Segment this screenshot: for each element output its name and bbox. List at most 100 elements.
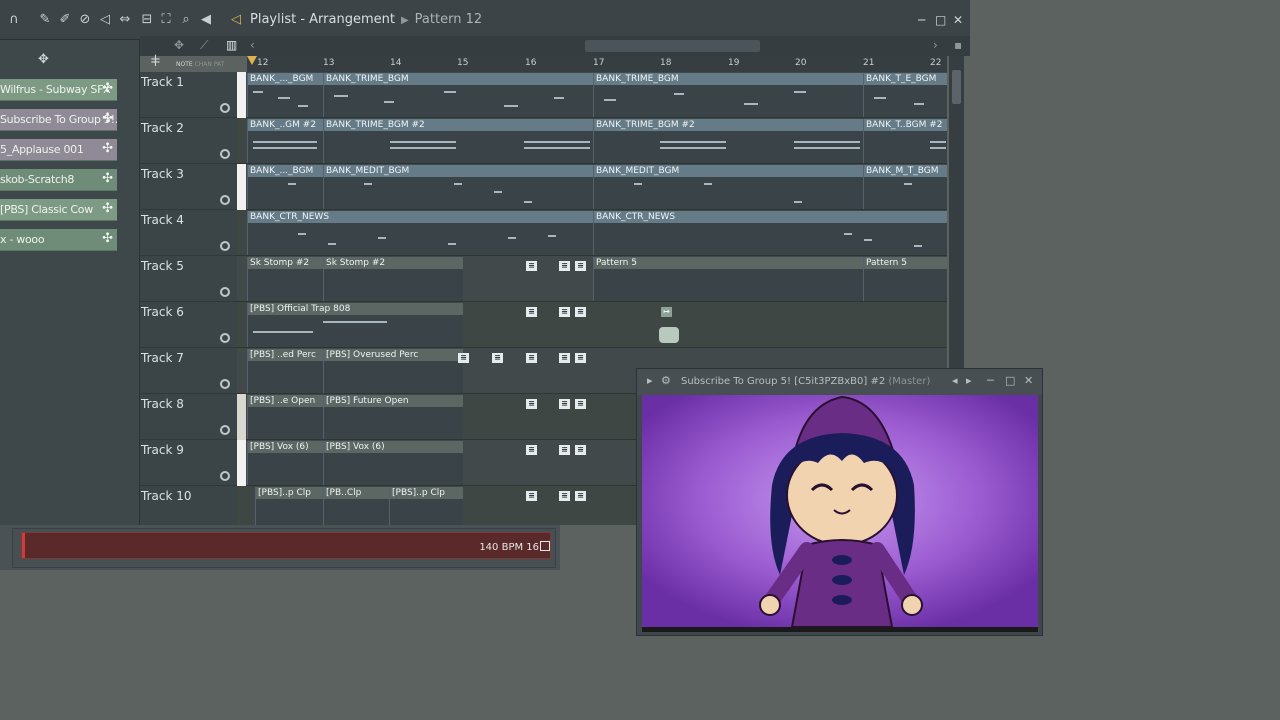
- move-icon[interactable]: ✥: [38, 52, 49, 67]
- delete-icon[interactable]: ⊘: [77, 12, 93, 28]
- add-icon[interactable]: +: [150, 55, 161, 70]
- minimize-icon[interactable]: ─: [987, 374, 994, 387]
- arrow-tool-icon[interactable]: ✥: [174, 38, 184, 52]
- track-mute-toggle[interactable]: [220, 103, 230, 113]
- draw-tool-icon[interactable]: ⟋: [200, 38, 208, 53]
- pat-mode-label[interactable]: PAT: [214, 61, 225, 68]
- pattern-clip[interactable]: Pattern 5: [863, 257, 947, 301]
- gear-icon[interactable]: ⚙: [661, 374, 671, 387]
- pattern-block-icon[interactable]: ≡: [526, 399, 537, 409]
- track-mute-toggle[interactable]: [220, 241, 230, 251]
- slice-icon[interactable]: ⊟: [139, 12, 155, 28]
- track-header[interactable]: Track 6: [140, 302, 237, 348]
- track-header[interactable]: Track 8: [140, 394, 237, 440]
- track-header[interactable]: Track 5: [140, 256, 237, 302]
- pattern-clip[interactable]: BANK_..._BGM: [247, 73, 323, 117]
- track-header[interactable]: Track 3: [140, 164, 237, 210]
- video-frame[interactable]: [642, 395, 1038, 632]
- mute-icon[interactable]: ◁: [97, 12, 113, 28]
- track-mute-toggle[interactable]: [220, 287, 230, 297]
- track-header[interactable]: Track 1: [140, 72, 237, 118]
- pattern-block-icon[interactable]: ≡: [559, 353, 570, 363]
- calendar-icon[interactable]: [540, 541, 550, 551]
- pattern-block-icon[interactable]: ≡: [458, 353, 469, 363]
- pattern-block-icon[interactable]: ≡: [575, 261, 586, 271]
- playback-icon[interactable]: ◀: [198, 12, 214, 28]
- pattern-clip[interactable]: [PB..Clp: [323, 487, 389, 525]
- channel-item[interactable]: skob-Scratch8 ✣: [0, 169, 117, 191]
- scroll-thumb[interactable]: [952, 70, 961, 104]
- tempo-display[interactable]: 140 BPM 16: [479, 542, 539, 553]
- pattern-clip[interactable]: BANK_MEDIT_BGM: [323, 165, 593, 209]
- pattern-clip[interactable]: BANK_TRIME_BGM: [323, 73, 593, 117]
- pattern-block-icon[interactable]: ≡: [559, 261, 570, 271]
- zoom-icon[interactable]: ⌕: [178, 12, 194, 28]
- pattern-clip[interactable]: BANK_T..BGM #2: [863, 119, 947, 163]
- pencil-icon[interactable]: ✎: [37, 12, 53, 28]
- magnet-icon[interactable]: ∩: [6, 12, 22, 28]
- pattern-clip[interactable]: Sk Stomp #2: [247, 257, 323, 301]
- slip-icon[interactable]: ⇔: [117, 12, 133, 28]
- pattern-block-icon[interactable]: ≡: [575, 399, 586, 409]
- pattern-clip[interactable]: BANK_TRIME_BGM #2: [593, 119, 863, 163]
- pattern-block-icon[interactable]: ≡: [575, 445, 586, 455]
- pattern-block-icon[interactable]: ≡: [559, 399, 570, 409]
- video-player-window[interactable]: ▸ ⚙ Subscribe To Group 5! [C5it3PZBxB0] …: [636, 368, 1043, 636]
- track-mute-toggle[interactable]: [220, 333, 230, 343]
- minimize-icon[interactable]: ─: [918, 13, 925, 27]
- track-header[interactable]: Track 2: [140, 118, 237, 164]
- pattern-clip[interactable]: BANK_MEDIT_BGM: [593, 165, 863, 209]
- pattern-block-icon[interactable]: ≡: [492, 353, 503, 363]
- pattern-block-icon[interactable]: ≡: [526, 445, 537, 455]
- prev-arrow-icon[interactable]: ◂: [952, 374, 958, 387]
- track-mute-toggle[interactable]: [220, 149, 230, 159]
- pattern-clip[interactable]: BANK_TRIME_BGM #2: [323, 119, 593, 163]
- track-mute-toggle[interactable]: [220, 471, 230, 481]
- pattern-block-icon[interactable]: ≡: [575, 307, 586, 317]
- pattern-clip[interactable]: [PBS] Overused Perc: [323, 349, 463, 393]
- pattern-clip[interactable]: Pattern 5: [593, 257, 863, 301]
- pattern-clip[interactable]: [PBS] Future Open: [323, 395, 463, 439]
- expand-arrow-icon[interactable]: ▸: [647, 374, 653, 387]
- pattern-block-icon[interactable]: ↦: [661, 307, 672, 317]
- track-mute-toggle[interactable]: [220, 425, 230, 435]
- pattern-block-icon[interactable]: ≡: [526, 307, 537, 317]
- scroll-left-icon[interactable]: ‹: [250, 38, 255, 52]
- pattern-clip[interactable]: BANK_..._BGM: [247, 165, 323, 209]
- pattern-block-icon[interactable]: ≡: [575, 491, 586, 501]
- track-mute-toggle[interactable]: [220, 195, 230, 205]
- pattern-clip[interactable]: [PBS] ..e Open: [247, 395, 323, 439]
- play-arrow-icon[interactable]: ◁: [231, 12, 241, 27]
- next-arrow-icon[interactable]: ▸: [966, 374, 972, 387]
- piano-icon[interactable]: ▥: [226, 38, 237, 52]
- select-icon[interactable]: ⛶: [158, 12, 174, 28]
- scroll-right-icon[interactable]: ›: [933, 38, 938, 52]
- pattern-clip[interactable]: BANK_TRIME_BGM: [593, 73, 863, 117]
- channel-item[interactable]: x - wooo ✣: [0, 229, 117, 251]
- channel-item[interactable]: 5_Applause 001 ✣: [0, 139, 117, 161]
- track-header[interactable]: Track 9: [140, 440, 237, 486]
- pattern-clip[interactable]: [PBS] Vox (6): [247, 441, 323, 485]
- note-mode-label[interactable]: NOTE: [176, 61, 193, 68]
- pattern-block-icon[interactable]: ≡: [575, 353, 586, 363]
- pattern-block-icon[interactable]: ≡: [526, 261, 537, 271]
- pattern-clip[interactable]: BANK_CTR_NEWS: [247, 211, 593, 255]
- close-icon[interactable]: ✕: [1024, 374, 1033, 387]
- pattern-clip[interactable]: BANK_M_T_BGM: [863, 165, 947, 209]
- pattern-block-icon[interactable]: ≡: [526, 491, 537, 501]
- pattern-clip[interactable]: [PBS] Vox (6): [323, 441, 463, 485]
- pattern-clip[interactable]: [PBS]..p Clp: [255, 487, 323, 525]
- maximize-icon[interactable]: □: [935, 13, 946, 27]
- paint-icon[interactable]: ✐: [57, 12, 73, 28]
- pattern-block-icon[interactable]: ≡: [559, 307, 570, 317]
- pattern-block-icon[interactable]: ≡: [559, 491, 570, 501]
- song-position-meter[interactable]: [21, 532, 551, 559]
- chan-mode-label[interactable]: CHAN: [195, 61, 212, 68]
- pattern-clip[interactable]: BANK_CTR_NEWS: [593, 211, 947, 255]
- channel-item[interactable]: Wilfrus - Subway SFX ✣: [0, 79, 117, 101]
- pattern-clip[interactable]: [PBS] ..ed Perc: [247, 349, 323, 393]
- pattern-block-icon[interactable]: ≡: [526, 353, 537, 363]
- pattern-clip[interactable]: BANK_..GM #2: [247, 119, 323, 163]
- track-header[interactable]: Track 4: [140, 210, 237, 256]
- pattern-clip[interactable]: Sk Stomp #2: [323, 257, 463, 301]
